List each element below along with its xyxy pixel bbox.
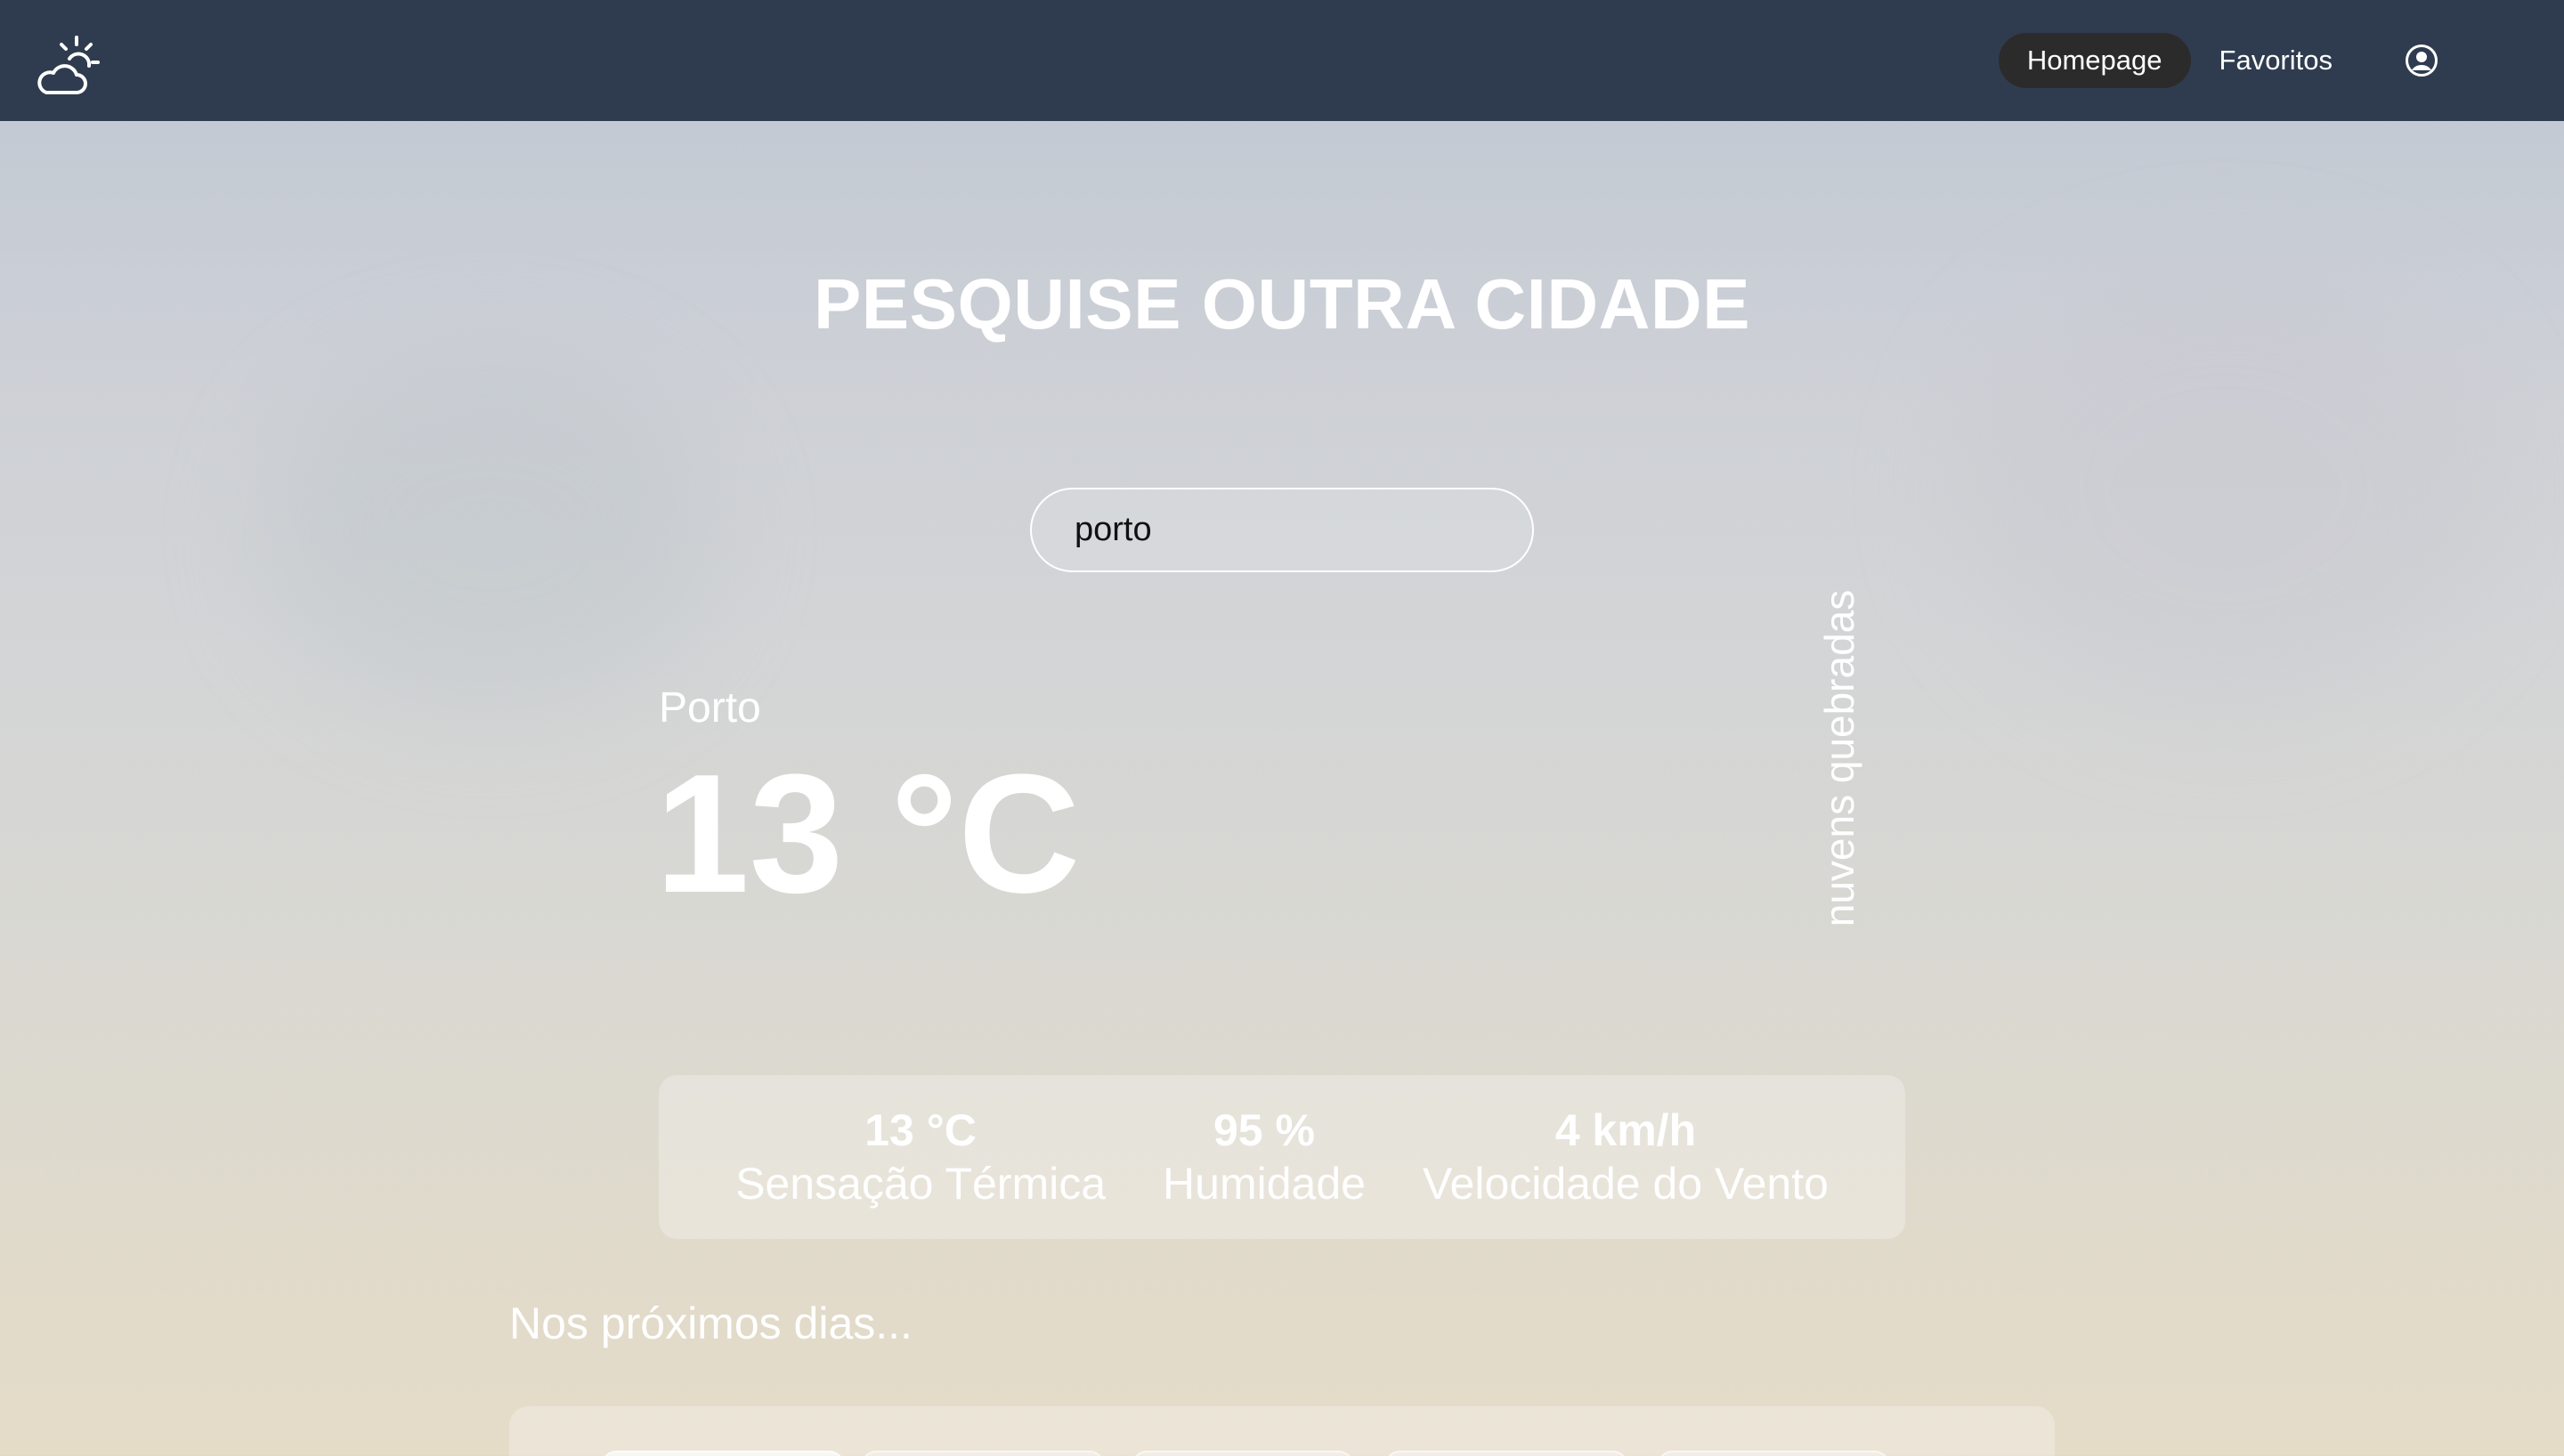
stat-label: Sensação Térmica (735, 1159, 1107, 1209)
nav-link-homepage[interactable]: Homepage (1998, 33, 2191, 88)
page-title: PESQUISE OUTRA CIDADE (813, 264, 1751, 344)
forecast-day-card[interactable] (1385, 1451, 1627, 1456)
stat-label: Humidade (1163, 1159, 1366, 1209)
stat-label: Velocidade do Vento (1422, 1159, 1829, 1209)
background-blur (267, 356, 712, 712)
nav-link-favoritos[interactable]: Favoritos (2191, 33, 2361, 88)
weather-condition: nuvens quebradas (1813, 578, 1866, 938)
weather-condition-label: nuvens quebradas (1816, 589, 1862, 927)
top-navbar: Homepage Favoritos (0, 0, 2564, 121)
stat-value: 4 km/h (1554, 1105, 1697, 1155)
stat-value: 13 °C (864, 1105, 977, 1155)
forecast-day-card[interactable] (602, 1451, 844, 1456)
city-name: Porto (659, 684, 761, 732)
forecast-heading: Nos próximos dias... (509, 1298, 913, 1348)
forecast-day-card[interactable] (862, 1451, 1104, 1456)
nav-links: Homepage Favoritos (1998, 0, 2564, 121)
forecast-day-card[interactable] (1658, 1451, 1889, 1456)
current-temperature: 13 °C (655, 740, 1081, 928)
weather-cloud-sun-icon[interactable] (34, 32, 101, 100)
stat-value: 95 % (1213, 1105, 1315, 1155)
forecast-day-card[interactable] (1132, 1451, 1353, 1456)
stat-feels-like: 13 °C Sensação Térmica (735, 1104, 1106, 1210)
stat-wind-speed: 4 km/h Velocidade do Vento (1423, 1104, 1829, 1210)
forecast-panel (509, 1406, 2055, 1456)
city-search-input[interactable] (1030, 488, 1534, 572)
weather-stats-panel: 13 °C Sensação Térmica 95 % Humidade 4 k… (659, 1075, 1905, 1239)
stat-humidity: 95 % Humidade (1163, 1104, 1366, 1210)
user-circle-icon[interactable] (2404, 43, 2439, 78)
